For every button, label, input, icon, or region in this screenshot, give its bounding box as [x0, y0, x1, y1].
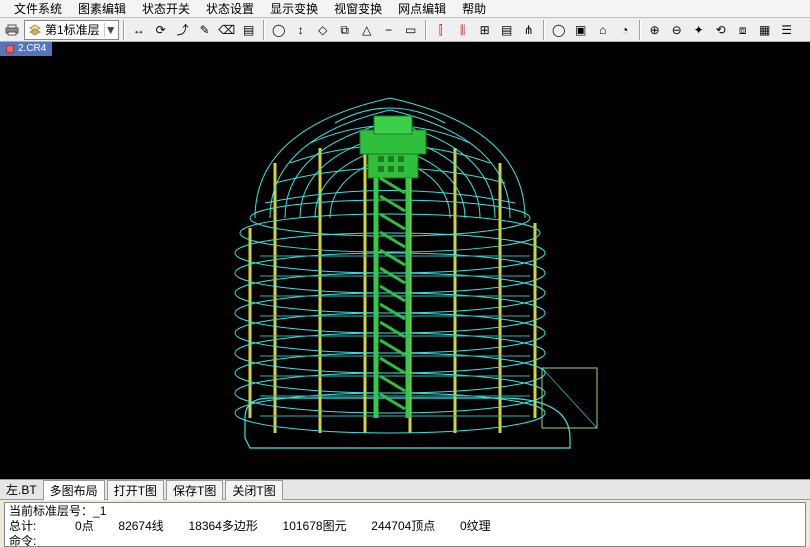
toolbar-separator	[639, 20, 641, 40]
diamond-icon[interactable]: ◇	[313, 20, 333, 40]
viewport-title: 2.CR4	[18, 42, 46, 56]
building-model	[190, 68, 620, 468]
copy-icon[interactable]: ⧉	[335, 20, 355, 40]
print-icon	[5, 23, 19, 37]
status-totals: 总计: 0点 82674线 18364多边形 101678图元 244704顶点…	[9, 519, 801, 534]
rotate-icon[interactable]: ⟳	[151, 20, 171, 40]
menu-state-toggle[interactable]: 状态开关	[134, 0, 198, 18]
frame-icon[interactable]: ▣	[571, 20, 591, 40]
column-icon[interactable]: ⫿	[431, 20, 451, 40]
wall-icon[interactable]: ▤	[497, 20, 517, 40]
menu-state-set[interactable]: 状态设置	[198, 0, 262, 18]
home-icon[interactable]: ⌂	[593, 20, 613, 40]
viewport-3d[interactable]: 2.CR4	[0, 42, 810, 480]
beam-icon[interactable]: ⫼	[453, 20, 473, 40]
status-lines: 82674线	[118, 519, 163, 533]
status-elements: 101678图元	[283, 519, 347, 533]
toolbar-separator	[263, 20, 265, 40]
zoom-out-icon[interactable]: ⊖	[667, 20, 687, 40]
status-layer-value: _1	[93, 504, 106, 518]
layer-combo[interactable]: 第1标准层 ▼	[24, 20, 119, 40]
menu-bar: 文件系统 图素编辑 状态开关 状态设置 显示变换 视窗变换 网点编辑 帮助	[0, 0, 810, 18]
status-current-layer: 当前标准层号：_1	[9, 504, 801, 519]
tab-open-t[interactable]: 打开T图	[107, 480, 164, 500]
brace-icon[interactable]: ⋔	[519, 20, 539, 40]
status-vertices: 244704顶点	[371, 519, 435, 533]
status-textures: 0纹理	[460, 519, 491, 533]
model-canvas[interactable]	[0, 56, 810, 479]
tab-close-t[interactable]: 关闭T图	[225, 480, 282, 500]
refresh-icon[interactable]: ⟲	[711, 20, 731, 40]
status-points: 0点	[75, 519, 94, 533]
status-total-label: 总计:	[9, 519, 36, 533]
status-layer-label: 当前标准层号：	[9, 504, 93, 518]
pie-icon[interactable]: ◔	[615, 20, 635, 40]
grid-icon[interactable]: ▤	[239, 20, 259, 40]
command-prompt[interactable]: 命令:	[9, 534, 801, 547]
status-panel: 当前标准层号：_1 总计: 0点 82674线 18364多边形 101678图…	[4, 502, 806, 547]
list-icon[interactable]: ☰	[777, 20, 797, 40]
chevron-down-icon[interactable]: ▼	[104, 23, 116, 37]
tab-multi-layout[interactable]: 多图布局	[43, 480, 105, 500]
zoom-fit-icon[interactable]: ✦	[689, 20, 709, 40]
toolbar-separator	[543, 20, 545, 40]
print-button[interactable]	[2, 20, 22, 40]
command-label: 命令:	[9, 534, 36, 547]
toolbar: 第1标准层 ▼ ↔ ⟳ ⤴ ✎ ⌫ ▤ ◯ ↕ ◇ ⧉ △ − ▭ ⫿ ⫼ ⊞ …	[0, 18, 810, 42]
tab-save-t[interactable]: 保存T图	[166, 480, 223, 500]
edit-icon[interactable]: ✎	[195, 20, 215, 40]
select-box-icon[interactable]: ⧈	[733, 20, 753, 40]
target-icon[interactable]: ◯	[549, 20, 569, 40]
rect-icon[interactable]: ▭	[401, 20, 421, 40]
undo-icon[interactable]: ⤴	[173, 20, 193, 40]
toolbar-separator	[425, 20, 427, 40]
erase-icon[interactable]: ⌫	[217, 20, 237, 40]
layout-tabs-row: 左.BT 多图布局 打开T图 保存T图 关闭T图	[0, 480, 810, 500]
menu-view[interactable]: 视窗变换	[326, 0, 390, 18]
menu-file[interactable]: 文件系统	[6, 0, 70, 18]
move-v-icon[interactable]: ↕	[291, 20, 311, 40]
circle-icon[interactable]: ◯	[269, 20, 289, 40]
slab-icon[interactable]: ⊞	[475, 20, 495, 40]
left-panel-label: 左.BT	[0, 481, 43, 498]
triangle-icon[interactable]: △	[357, 20, 377, 40]
close-icon[interactable]	[6, 45, 14, 53]
viewport-titlebar: 2.CR4	[0, 42, 52, 56]
grid-view-icon[interactable]: ▦	[755, 20, 775, 40]
line-icon[interactable]: −	[379, 20, 399, 40]
menu-display[interactable]: 显示变换	[262, 0, 326, 18]
pan-icon[interactable]: ↔	[129, 20, 149, 40]
layer-combo-label: 第1标准层	[45, 21, 100, 38]
menu-help[interactable]: 帮助	[454, 0, 494, 18]
zoom-in-icon[interactable]: ⊕	[645, 20, 665, 40]
menu-element[interactable]: 图素编辑	[70, 0, 134, 18]
status-polygons: 18364多边形	[188, 519, 257, 533]
menu-grid[interactable]: 网点编辑	[390, 0, 454, 18]
layer-icon	[29, 24, 41, 36]
toolbar-separator	[123, 20, 125, 40]
